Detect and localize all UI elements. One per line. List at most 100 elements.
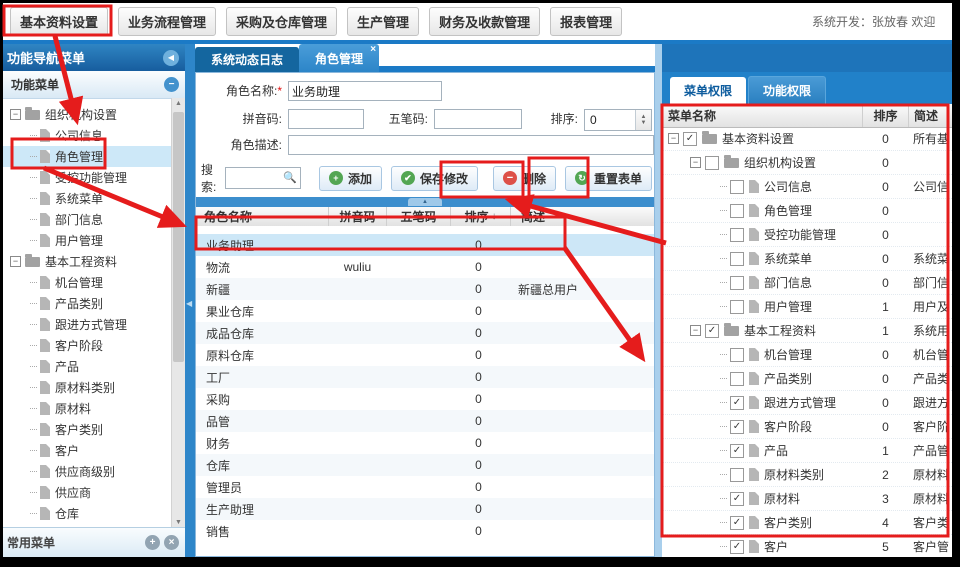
sidebar-tree-item[interactable]: − 角色管理 bbox=[3, 146, 172, 167]
table-row[interactable]: 销售 0 bbox=[196, 520, 654, 542]
permission-checkbox[interactable] bbox=[730, 204, 744, 218]
table-row[interactable]: 采购 0 bbox=[196, 388, 654, 410]
sidebar-tree-item[interactable]: − 供应商 bbox=[3, 482, 172, 503]
permission-checkbox[interactable] bbox=[730, 300, 744, 314]
scroll-up-icon[interactable]: ▲ bbox=[172, 100, 185, 107]
permission-tree-row[interactable]: − 产品 1 产品管 bbox=[662, 439, 952, 463]
permission-tree-row[interactable]: − 原材料类别 2 原材料 bbox=[662, 463, 952, 487]
top-menu-button[interactable]: 报表管理 bbox=[550, 7, 622, 36]
sidebar-tree-item[interactable]: − 原材料 bbox=[3, 398, 172, 419]
permission-tree-row[interactable]: − 角色管理 0 bbox=[662, 199, 952, 223]
permission-checkbox[interactable] bbox=[730, 180, 744, 194]
permission-checkbox[interactable] bbox=[730, 420, 744, 434]
sort-spinner[interactable]: 0 ▲▼ bbox=[584, 109, 652, 131]
close-circle-icon[interactable]: × bbox=[164, 535, 179, 550]
column-header-menu-desc[interactable]: 简述 bbox=[909, 104, 952, 127]
table-row[interactable]: 生产助理 0 bbox=[196, 498, 654, 520]
wubi-input[interactable] bbox=[434, 109, 522, 129]
table-row[interactable]: 原料仓库 0 bbox=[196, 344, 654, 366]
delete-button[interactable]: −删除 bbox=[493, 166, 556, 191]
sidebar-tree-item[interactable]: − 组织机构设置 bbox=[3, 104, 172, 125]
permission-checkbox[interactable] bbox=[730, 372, 744, 386]
search-icon[interactable]: 🔍 bbox=[283, 171, 297, 184]
table-row[interactable]: 成品仓库 0 bbox=[196, 322, 654, 344]
table-row[interactable]: 果业仓库 0 bbox=[196, 300, 654, 322]
sidebar-bottom-bar[interactable]: 常用菜单 + × bbox=[3, 527, 185, 557]
permission-checkbox[interactable] bbox=[683, 132, 697, 146]
permission-checkbox[interactable] bbox=[730, 516, 744, 530]
table-row[interactable]: 品管 0 bbox=[196, 410, 654, 432]
permission-checkbox[interactable] bbox=[730, 228, 744, 242]
permission-tree-row[interactable]: − 客户类别 4 客户类 bbox=[662, 511, 952, 535]
column-header-name[interactable]: 角色名称 bbox=[196, 207, 329, 226]
permission-tab[interactable]: 功能权限 bbox=[748, 76, 826, 104]
permission-tree-row[interactable]: − 产品类别 0 产品类 bbox=[662, 367, 952, 391]
sidebar-tree-item[interactable]: − 系统菜单 bbox=[3, 188, 172, 209]
table-row[interactable]: 物流 wuliu 0 bbox=[196, 256, 654, 278]
permission-checkbox[interactable] bbox=[730, 492, 744, 506]
permission-tree-row[interactable]: − 组织机构设置 0 bbox=[662, 151, 952, 175]
permission-tree-row[interactable]: − 系统菜单 0 系统菜 bbox=[662, 247, 952, 271]
table-row[interactable]: 管理员 0 bbox=[196, 476, 654, 498]
collapse-left-icon[interactable]: ◀ bbox=[163, 50, 179, 66]
sidebar-tree-item[interactable]: − 原材料类别 bbox=[3, 377, 172, 398]
spinner-arrows[interactable]: ▲▼ bbox=[635, 110, 651, 130]
sidebar-tree-item[interactable]: − 产品类别 bbox=[3, 293, 172, 314]
sidebar-tree-item[interactable]: − 客户 bbox=[3, 440, 172, 461]
pinyin-input[interactable] bbox=[288, 109, 364, 129]
top-menu-button[interactable]: 采购及仓库管理 bbox=[226, 7, 337, 36]
sidebar-tree-item[interactable]: − 受控功能管理 bbox=[3, 167, 172, 188]
role-desc-input[interactable] bbox=[288, 135, 654, 155]
sidebar-tree-item[interactable]: − 供应商级别 bbox=[3, 461, 172, 482]
top-menu-button[interactable]: 生产管理 bbox=[347, 7, 419, 36]
permission-tree-row[interactable]: − 客户 5 客户管 bbox=[662, 535, 952, 557]
column-header-pinyin[interactable]: 拼音码 bbox=[329, 207, 387, 226]
column-header-sort[interactable]: 排序↓ bbox=[451, 207, 511, 226]
permission-checkbox[interactable] bbox=[705, 324, 719, 338]
sidebar-tree-item[interactable]: − 机台管理 bbox=[3, 272, 172, 293]
expander-icon[interactable]: − bbox=[690, 157, 701, 168]
permission-tree-row[interactable]: − 原材料 3 原材料 bbox=[662, 487, 952, 511]
permission-tree-row[interactable]: − 公司信息 0 公司信 bbox=[662, 175, 952, 199]
scrollbar-thumb[interactable] bbox=[173, 112, 184, 362]
sidebar-tree-item[interactable]: − 部门信息 bbox=[3, 209, 172, 230]
permission-checkbox[interactable] bbox=[730, 444, 744, 458]
permission-tab[interactable]: 菜单权限 bbox=[670, 77, 746, 104]
permission-checkbox[interactable] bbox=[730, 348, 744, 362]
permission-checkbox[interactable] bbox=[730, 276, 744, 290]
tab-close-icon[interactable]: × bbox=[370, 45, 376, 55]
add-button[interactable]: +添加 bbox=[319, 166, 382, 191]
column-header-menu-sort[interactable]: 排序 bbox=[863, 104, 909, 127]
permission-tree-row[interactable]: − 跟进方式管理 0 跟进方 bbox=[662, 391, 952, 415]
table-row[interactable]: 仓库 0 bbox=[196, 454, 654, 476]
main-tab[interactable]: 系统动态日志 × bbox=[195, 47, 299, 72]
sidebar-section-header[interactable]: 功能菜单 − bbox=[3, 71, 185, 99]
expander-icon[interactable]: − bbox=[10, 256, 21, 267]
expander-icon[interactable]: − bbox=[690, 325, 701, 336]
table-row[interactable]: 工厂 0 bbox=[196, 366, 654, 388]
right-splitter[interactable] bbox=[655, 44, 662, 557]
permission-checkbox[interactable] bbox=[705, 156, 719, 170]
permission-tree-row[interactable]: − 客户阶段 0 客户阶 bbox=[662, 415, 952, 439]
splitter-collapse-icon[interactable]: ◀ bbox=[186, 299, 192, 308]
sidebar-scrollbar[interactable]: ▲ ▼ bbox=[171, 98, 185, 528]
sidebar-tree-item[interactable]: − 跟进方式管理 bbox=[3, 314, 172, 335]
save-button[interactable]: ✔保存修改 bbox=[391, 166, 478, 191]
permission-tree-row[interactable]: − 基本资料设置 0 所有基 bbox=[662, 127, 952, 151]
search-input[interactable]: 🔍 bbox=[225, 167, 301, 189]
sidebar-tree-item[interactable]: − 产品 bbox=[3, 356, 172, 377]
table-row[interactable]: 业务助理 0 bbox=[196, 234, 654, 256]
expander-icon[interactable]: − bbox=[668, 133, 679, 144]
sidebar-tree-item[interactable]: − 用户管理 bbox=[3, 230, 172, 251]
permission-tree-row[interactable]: − 用户管理 1 用户及 bbox=[662, 295, 952, 319]
collapse-handle[interactable]: ▲ bbox=[408, 198, 442, 206]
sidebar-tree-item[interactable]: − 客户类别 bbox=[3, 419, 172, 440]
sidebar-tree-item[interactable]: − 仓库 bbox=[3, 503, 172, 524]
permission-tree-row[interactable]: − 部门信息 0 部门信 bbox=[662, 271, 952, 295]
permission-tree-row[interactable]: − 机台管理 0 机台管 bbox=[662, 343, 952, 367]
reset-button[interactable]: ↻重置表单 bbox=[565, 166, 652, 191]
sidebar-tree-item[interactable]: − 公司信息 bbox=[3, 125, 172, 146]
plus-circle-icon[interactable]: + bbox=[145, 535, 160, 550]
role-name-input[interactable] bbox=[288, 81, 442, 101]
column-header-menu-name[interactable]: 菜单名称 bbox=[662, 104, 863, 127]
